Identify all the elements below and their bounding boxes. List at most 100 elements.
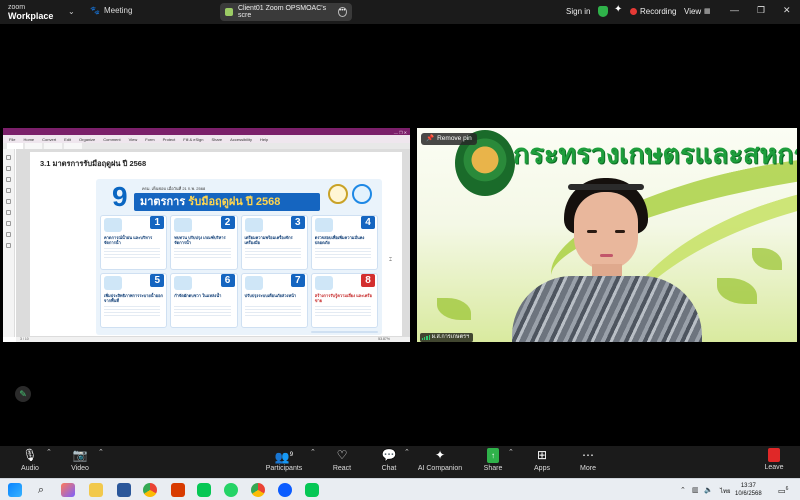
measure-detail-lines [314, 248, 371, 258]
volume-icon[interactable]: 🔈 [704, 486, 713, 494]
measure-text: กำจัดผักตบชวา ในแหล่งน้ำ [174, 293, 222, 298]
meeting-button[interactable]: 🐾 Meeting [90, 6, 132, 15]
chat-button[interactable]: 💬 Chat [376, 448, 402, 472]
chevron-down-icon[interactable]: ⌄ [68, 7, 75, 16]
menu-item[interactable]: Protect [163, 137, 176, 142]
windows-start-icon[interactable] [8, 483, 22, 497]
video-options-chevron-icon[interactable]: ⌃ [98, 448, 104, 456]
menu-item[interactable]: Home [23, 137, 34, 142]
chevron-up-icon[interactable]: ⌃ [680, 486, 686, 494]
measures-grid: 1 คาดการณ์น้ำฝน และบริหารจัดการน้ำ 2 ทบทวน … [100, 215, 378, 333]
menu-item[interactable]: File [9, 137, 15, 142]
share-options-chevron-icon[interactable]: ⌃ [508, 448, 514, 456]
remove-pin-button[interactable]: 📌 Remove pin [421, 133, 477, 145]
menu-item[interactable]: Fill & eSign [183, 137, 203, 142]
search-icon[interactable]: ⌕ [34, 483, 48, 497]
copilot-icon[interactable] [61, 483, 75, 497]
audio-options-chevron-icon[interactable]: ⌃ [46, 448, 52, 456]
participants-icon: 👥9 [274, 450, 294, 464]
screen-share-pill[interactable]: Client01 Zoom OPSMOAC's scre ••• [220, 3, 352, 21]
participants-button[interactable]: 👥9 Participants [262, 448, 306, 472]
close-icon[interactable]: ✕ [783, 5, 791, 16]
leaf-decoration [437, 298, 471, 320]
measure-illustration-icon [244, 218, 263, 232]
share-label: Share [483, 465, 503, 472]
share-button[interactable]: ↑ Share [480, 448, 506, 472]
participants-options-chevron-icon[interactable]: ⌃ [310, 448, 316, 456]
menu-item[interactable]: Accessibility [230, 137, 252, 142]
menu-item[interactable]: Share [211, 137, 222, 142]
minimize-icon[interactable]: — [730, 5, 739, 15]
menu-item[interactable]: Edit [64, 137, 71, 142]
view-button[interactable]: View [684, 7, 701, 16]
settings-icon[interactable] [6, 243, 11, 248]
menu-item[interactable]: Form [145, 137, 154, 142]
attachment-icon[interactable] [6, 188, 11, 193]
view-grid-icon[interactable]: ▦ [704, 7, 711, 15]
measure-detail-lines [104, 248, 161, 258]
input-language[interactable]: ไทย [720, 486, 731, 496]
chrome-icon[interactable] [251, 483, 265, 497]
meeting-toolbar: 🎙 Audio ⌃ 📷 Video ⌃ 👥9 Participants ⌃ ♡ … [0, 446, 800, 478]
line-icon[interactable] [305, 483, 319, 497]
measure-text: เพิ่มประสิทธิภาพการระบายน้ำออกจากพื้นที่ [104, 293, 163, 303]
apps-button[interactable]: ⊞ Apps [530, 448, 554, 472]
notification-icon[interactable]: ▭6 [778, 486, 788, 496]
app-icon[interactable] [171, 483, 185, 497]
bookmark-icon[interactable] [6, 155, 11, 160]
person-clothing [512, 276, 702, 342]
ai-sparkle-icon[interactable]: ✦ [614, 4, 622, 15]
annotate-pen-icon[interactable]: ✎ [15, 386, 31, 402]
measure-illustration-icon [174, 218, 193, 232]
menu-item[interactable]: Comment [103, 137, 120, 142]
chat-bubble-icon: 💬 [381, 448, 397, 462]
measure-number: 4 [361, 216, 375, 229]
page-indicator[interactable]: 3 / 10 [20, 337, 29, 341]
more-options-icon[interactable]: ••• [337, 7, 347, 17]
video-button[interactable]: 📷 Video [66, 448, 94, 472]
measure-number: 5 [150, 274, 165, 287]
person-face [574, 192, 638, 270]
menu-item[interactable]: Help [260, 137, 268, 142]
layers-icon[interactable] [6, 210, 11, 215]
file-explorer-icon[interactable] [89, 483, 103, 497]
shared-screen[interactable]: — ❐ ✕ File Home Convert Edit Organize Co… [3, 128, 410, 342]
measure-illustration-icon [314, 276, 333, 290]
participant-video[interactable]: กระทรวงเกษตรและสหกรณ์ 📌 Remove pin ผ.ส.ก… [417, 128, 797, 342]
signature-icon[interactable] [6, 221, 11, 226]
measure-detail-lines [174, 306, 231, 316]
more-button[interactable]: ⋯ More [576, 448, 600, 472]
measure-number: 8 [361, 274, 375, 287]
menu-item[interactable]: Convert [42, 137, 56, 142]
zoom-logo[interactable]: zoom Workplace [8, 3, 53, 21]
ai-companion-button[interactable]: ✦ AI Companion [416, 448, 464, 472]
pdf-status-bar: 3 / 10 53.87% [16, 337, 410, 342]
accessibility-icon[interactable] [6, 232, 11, 237]
chat-options-chevron-icon[interactable]: ⌃ [404, 448, 410, 456]
shield-icon[interactable] [598, 6, 608, 17]
menu-item[interactable]: View [129, 137, 138, 142]
pdf-app-title-bar: — ❐ ✕ [3, 128, 410, 135]
pdf-document-area[interactable]: 3.1 มาตรการรับมือฤดูฝน ปี 2568 9 ครม. เห… [16, 149, 410, 337]
whatsapp-icon[interactable] [224, 483, 238, 497]
menu-item[interactable]: Organize [79, 137, 95, 142]
comment-icon[interactable] [6, 177, 11, 182]
zoom-level[interactable]: 53.87% [378, 337, 390, 342]
audio-button[interactable]: 🎙 Audio [16, 448, 44, 472]
line-icon[interactable] [197, 483, 211, 497]
sign-in-link[interactable]: Sign in [566, 7, 590, 16]
word-icon[interactable] [117, 483, 131, 497]
leave-button[interactable]: Leave [762, 448, 786, 471]
paw-icon: 🐾 [90, 6, 100, 15]
infographic-subline: ครม. เห็นชอบ เมื่อวันที่ 21 ก.พ. 2568 [142, 186, 206, 191]
page-thumbnail-icon[interactable] [6, 166, 11, 171]
chrome-icon[interactable] [143, 483, 157, 497]
recording-label[interactable]: Recording [640, 7, 676, 16]
search-icon[interactable] [6, 199, 11, 204]
system-clock[interactable]: 13:37 10/6/2568 [735, 482, 762, 498]
react-button[interactable]: ♡ React [328, 448, 356, 472]
remove-pin-label: Remove pin [437, 135, 472, 142]
zoom-app-icon[interactable] [278, 483, 292, 497]
network-icon[interactable]: ▥ [692, 486, 699, 494]
restore-icon[interactable]: ❐ [757, 5, 765, 16]
